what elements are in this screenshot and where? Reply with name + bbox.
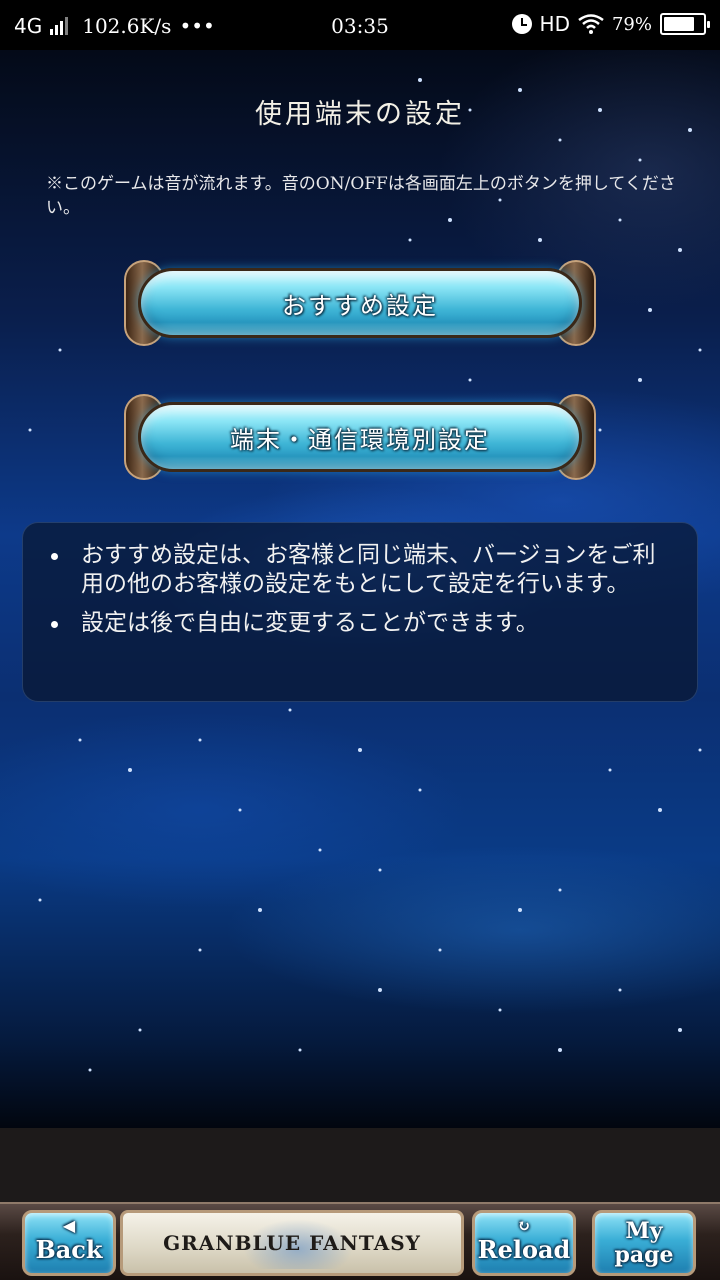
- device-network-settings-button[interactable]: 端末・通信環境別設定: [124, 394, 596, 480]
- recommended-settings-label: おすすめ設定: [282, 292, 438, 320]
- info-item-change-later: 設定は後で自由に変更することができます。: [47, 609, 673, 638]
- alarm-icon: [511, 14, 532, 34]
- status-bar: 4G 102.6K/s ••• 03:35 HD 79%: [0, 0, 720, 50]
- mypage-label-line1: My: [625, 1218, 663, 1244]
- mypage-label: My page: [595, 1219, 693, 1267]
- game-logo-text: GRANBLUE FANTASY: [163, 1231, 421, 1255]
- info-item-recommended: おすすめ設定は、お客様と同じ端末、バージョンをご利用の他のお客様の設定をもとにし…: [47, 541, 673, 599]
- mypage-button[interactable]: My page: [592, 1210, 696, 1276]
- info-panel: おすすめ設定は、お客様と同じ端末、バージョンをご利用の他のお客様の設定をもとにし…: [22, 522, 698, 702]
- bottom-nav: ◀ Back GRANBLUE FANTASY ↻ Reload My page: [0, 1202, 720, 1280]
- game-screen: 使用端末の設定 ※このゲームは音が流れます。音のON/OFFは各画面左上のボタン…: [0, 50, 720, 1128]
- device-network-settings-label: 端末・通信環境別設定: [230, 426, 490, 454]
- reload-icon: ↻: [517, 1216, 531, 1235]
- info-list: おすすめ設定は、お客様と同じ端末、バージョンをご利用の他のお客様の設定をもとにし…: [23, 523, 697, 638]
- reload-label: Reload: [477, 1235, 571, 1264]
- status-right: HD 79%: [511, 12, 710, 36]
- game-bottom-spacer: [0, 1128, 720, 1202]
- recommended-settings-button[interactable]: おすすめ設定: [124, 260, 596, 346]
- mypage-label-line2: page: [614, 1242, 674, 1268]
- back-arrow-icon: ◀: [62, 1216, 76, 1235]
- wifi-icon: [578, 14, 604, 34]
- game-logo-banner[interactable]: GRANBLUE FANTASY: [120, 1210, 464, 1276]
- hd-indicator: HD: [539, 12, 570, 36]
- back-button[interactable]: ◀ Back: [22, 1210, 116, 1276]
- page-title: 使用端末の設定: [255, 99, 465, 130]
- back-label: Back: [35, 1235, 103, 1264]
- battery-icon: [660, 13, 710, 35]
- sound-notice: ※このゲームは音が流れます。音のON/OFFは各画面左上のボタンを押してください…: [46, 174, 676, 218]
- reload-button[interactable]: ↻ Reload: [472, 1210, 576, 1276]
- battery-percent: 79%: [611, 13, 652, 35]
